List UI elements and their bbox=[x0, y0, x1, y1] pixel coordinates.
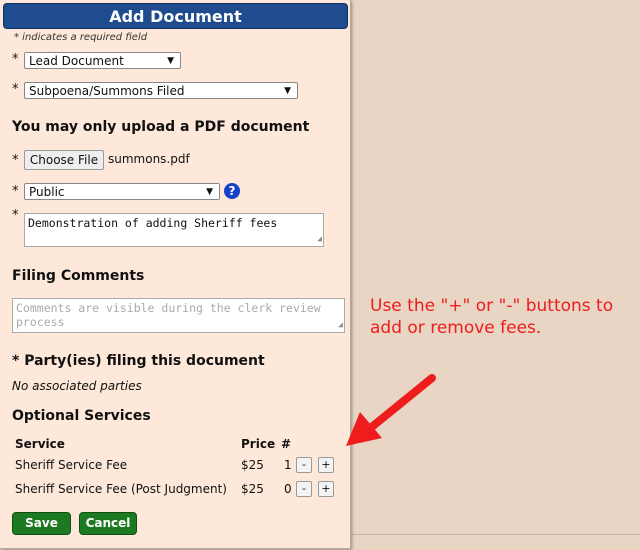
service-column-header: Service bbox=[15, 437, 65, 451]
visibility-select-value: Public bbox=[29, 185, 65, 199]
required-star: * bbox=[12, 82, 19, 97]
resize-grip-icon: ◢ bbox=[317, 234, 322, 243]
optional-services-heading: Optional Services bbox=[12, 408, 151, 424]
price-column-header: Price bbox=[241, 437, 276, 451]
decrement-fee-button[interactable]: - bbox=[296, 457, 312, 473]
document-type-select-value: Subpoena/Summons Filed bbox=[29, 84, 185, 98]
required-star: * bbox=[12, 153, 19, 168]
filing-comments-input[interactable]: Comments are visible during the clerk re… bbox=[12, 298, 345, 333]
service-price: $25 bbox=[241, 482, 264, 496]
document-type-select[interactable]: Subpoena/Summons Filed ▼ bbox=[24, 82, 298, 99]
required-star: * bbox=[12, 184, 19, 199]
filing-comments-heading: Filing Comments bbox=[12, 268, 145, 284]
chevron-down-icon: ▼ bbox=[206, 187, 213, 197]
service-price: $25 bbox=[241, 458, 264, 472]
increment-fee-button[interactable]: + bbox=[318, 481, 334, 497]
filing-comments-placeholder: Comments are visible during the clerk re… bbox=[16, 301, 321, 329]
pdf-only-heading: You may only upload a PDF document bbox=[12, 119, 310, 135]
service-name: Sheriff Service Fee (Post Judgment) bbox=[15, 482, 227, 496]
lead-document-select-value: Lead Document bbox=[29, 54, 124, 68]
no-parties-text: No associated parties bbox=[12, 379, 142, 393]
add-document-panel: Add Document * indicates a required fiel… bbox=[0, 0, 351, 549]
count-column-header: # bbox=[281, 437, 292, 451]
service-count: 0 bbox=[284, 482, 292, 496]
chevron-down-icon: ▼ bbox=[284, 86, 291, 96]
instruction-annotation: Use the "+" or "-" buttons to add or rem… bbox=[370, 296, 614, 338]
selected-file-name: summons.pdf bbox=[108, 152, 190, 166]
red-arrow-icon bbox=[346, 374, 436, 446]
visibility-select[interactable]: Public ▼ bbox=[24, 183, 220, 200]
document-description-input[interactable]: Demonstration of adding Sheriff fees ◢ bbox=[24, 213, 324, 247]
decrement-fee-button[interactable]: - bbox=[296, 481, 312, 497]
cancel-button[interactable]: Cancel bbox=[79, 512, 137, 535]
background-divider bbox=[352, 534, 640, 535]
choose-file-button[interactable]: Choose File bbox=[24, 150, 104, 170]
save-button[interactable]: Save bbox=[12, 512, 71, 535]
service-name: Sheriff Service Fee bbox=[15, 458, 128, 472]
parties-heading: * Party(ies) filing this document bbox=[12, 353, 265, 369]
service-count: 1 bbox=[284, 458, 292, 472]
document-description-value: Demonstration of adding Sheriff fees bbox=[28, 216, 278, 230]
required-note: * indicates a required field bbox=[14, 32, 148, 43]
required-star: * bbox=[12, 208, 19, 223]
lead-document-select[interactable]: Lead Document ▼ bbox=[24, 52, 181, 69]
increment-fee-button[interactable]: + bbox=[318, 457, 334, 473]
resize-grip-icon: ◢ bbox=[338, 320, 343, 329]
panel-title: Add Document bbox=[3, 3, 348, 29]
required-star: * bbox=[12, 52, 19, 67]
help-icon[interactable]: ? bbox=[224, 183, 240, 199]
chevron-down-icon: ▼ bbox=[167, 56, 174, 66]
